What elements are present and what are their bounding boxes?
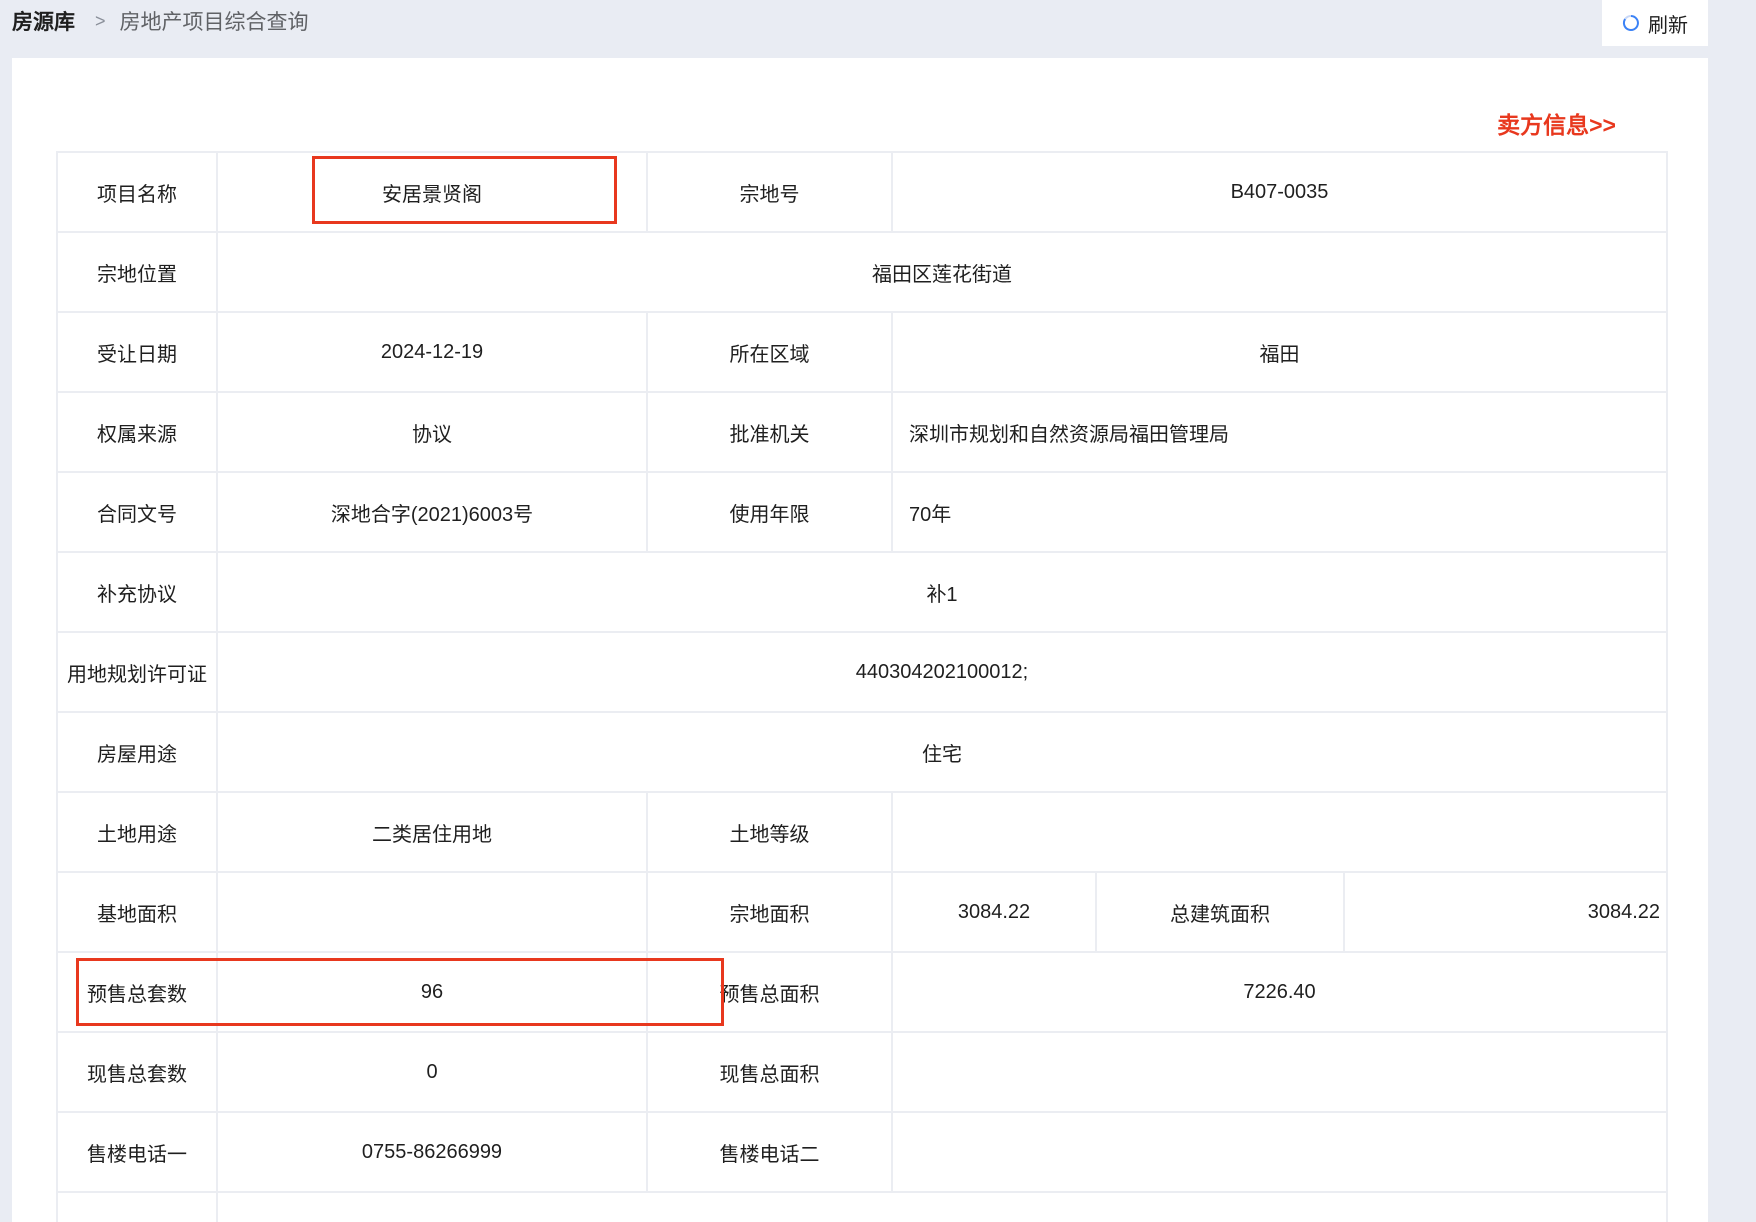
label-total-floor-area: 总建筑面积 — [1095, 871, 1345, 953]
table-row — [56, 1191, 1668, 1222]
value-land-usage: 二类居住用地 — [216, 791, 648, 873]
label-sales-phone-2: 售楼电话二 — [646, 1111, 893, 1193]
value-land-grade — [891, 791, 1668, 873]
value-parcel-no: B407-0035 — [891, 151, 1668, 233]
refresh-button[interactable]: 刷新 — [1602, 0, 1708, 46]
value-term: 70年 — [891, 471, 1668, 553]
value-approval-authority: 深圳市规划和自然资源局福田管理局 — [891, 391, 1668, 473]
value-transfer-date: 2024-12-19 — [216, 311, 648, 393]
top-bar: 房源库 > 房地产项目综合查询 刷新 — [0, 0, 1756, 58]
label-house-usage: 房屋用途 — [56, 711, 218, 793]
breadcrumb-root[interactable]: 房源库 — [12, 6, 75, 36]
label-ownership-source: 权属来源 — [56, 391, 218, 473]
table-row: 补充协议 补1 — [56, 551, 1668, 633]
label-transfer-date: 受让日期 — [56, 311, 218, 393]
label-spot-area: 现售总面积 — [646, 1031, 893, 1113]
label-base-area: 基地面积 — [56, 871, 218, 953]
label-term: 使用年限 — [646, 471, 893, 553]
value-parcel-location: 福田区莲花街道 — [216, 231, 1668, 313]
value-supplement: 补1 — [216, 551, 1668, 633]
value-spot-units: 0 — [216, 1031, 648, 1113]
label-parcel-location: 宗地位置 — [56, 231, 218, 313]
table-row: 合同文号 深地合字(2021)6003号 使用年限 70年 — [56, 471, 1668, 553]
label-land-usage: 土地用途 — [56, 791, 218, 873]
value-project-name: 安居景贤阁 — [216, 151, 648, 233]
table-row: 预售总套数 96 预售总面积 7226.40 — [56, 951, 1668, 1033]
label-parcel-area: 宗地面积 — [646, 871, 893, 953]
label-presale-units: 预售总套数 — [56, 951, 218, 1033]
project-detail-card: 卖方信息>> 项目名称 安居景贤阁 宗地号 B407-0035 宗地位置 福田区… — [12, 58, 1708, 1222]
value-planning-permit: 440304202100012; — [216, 631, 1668, 713]
label-presale-area: 预售总面积 — [646, 951, 893, 1033]
value-house-usage: 住宅 — [216, 711, 1668, 793]
breadcrumb-separator-icon: > — [95, 10, 106, 31]
refresh-label: 刷新 — [1648, 14, 1688, 37]
label-supplement: 补充协议 — [56, 551, 218, 633]
value-sales-phone-2 — [891, 1111, 1668, 1193]
value-presale-units: 96 — [216, 951, 648, 1033]
table-row: 项目名称 安居景贤阁 宗地号 B407-0035 — [56, 151, 1668, 233]
empty-cell — [216, 1191, 1668, 1222]
label-parcel-no: 宗地号 — [646, 151, 893, 233]
project-info-table: 项目名称 安居景贤阁 宗地号 B407-0035 宗地位置 福田区莲花街道 受让… — [56, 151, 1668, 1222]
label-contract-no: 合同文号 — [56, 471, 218, 553]
value-base-area — [216, 871, 648, 953]
refresh-icon — [1622, 14, 1639, 31]
label-spot-units: 现售总套数 — [56, 1031, 218, 1113]
label-approval-authority: 批准机关 — [646, 391, 893, 473]
value-sales-phone-1: 0755-86266999 — [216, 1111, 648, 1193]
table-row: 现售总套数 0 现售总面积 — [56, 1031, 1668, 1113]
breadcrumb: 房源库 > 房地产项目综合查询 — [12, 6, 309, 36]
table-row: 房屋用途 住宅 — [56, 711, 1668, 793]
label-planning-permit: 用地规划许可证 — [56, 631, 218, 713]
seller-info-link[interactable]: 卖方信息>> — [1497, 106, 1616, 140]
value-total-floor-area: 3084.22 — [1343, 871, 1668, 953]
label-sales-phone-1: 售楼电话一 — [56, 1111, 218, 1193]
table-row: 用地规划许可证 440304202100012; — [56, 631, 1668, 713]
value-district: 福田 — [891, 311, 1668, 393]
table-row: 土地用途 二类居住用地 土地等级 — [56, 791, 1668, 873]
label-project-name: 项目名称 — [56, 151, 218, 233]
value-parcel-area: 3084.22 — [891, 871, 1097, 953]
table-row: 宗地位置 福田区莲花街道 — [56, 231, 1668, 313]
table-row: 受让日期 2024-12-19 所在区域 福田 — [56, 311, 1668, 393]
label-land-grade: 土地等级 — [646, 791, 893, 873]
table-row: 基地面积 宗地面积 3084.22 总建筑面积 3084.22 — [56, 871, 1668, 953]
label-district: 所在区域 — [646, 311, 893, 393]
value-presale-area: 7226.40 — [891, 951, 1668, 1033]
breadcrumb-current: 房地产项目综合查询 — [119, 11, 309, 34]
empty-cell — [56, 1191, 218, 1222]
table-row: 权属来源 协议 批准机关 深圳市规划和自然资源局福田管理局 — [56, 391, 1668, 473]
value-spot-area — [891, 1031, 1668, 1113]
value-contract-no: 深地合字(2021)6003号 — [216, 471, 648, 553]
table-row: 售楼电话一 0755-86266999 售楼电话二 — [56, 1111, 1668, 1193]
value-ownership-source: 协议 — [216, 391, 648, 473]
